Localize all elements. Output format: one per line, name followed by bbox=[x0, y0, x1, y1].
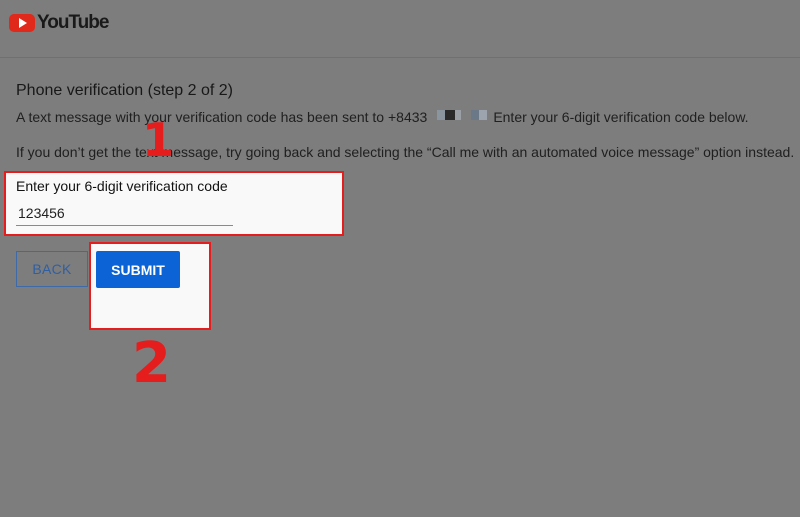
fallback-message: If you don’t get the text message, try g… bbox=[16, 144, 795, 160]
sent-message: A text message with your verification co… bbox=[16, 109, 749, 125]
step-number-1: 1 bbox=[142, 113, 175, 167]
back-button[interactable]: BACK bbox=[16, 251, 88, 287]
sent-message-prefix: A text message with your verification co… bbox=[16, 109, 428, 125]
verification-code-input[interactable] bbox=[16, 201, 233, 226]
step-number-2: 2 bbox=[132, 331, 171, 396]
verification-code-highlight: Enter your 6-digit verification code bbox=[4, 171, 344, 236]
youtube-logo[interactable]: YouTube bbox=[9, 12, 109, 34]
submit-highlight: SUBMIT bbox=[89, 242, 211, 330]
sent-message-suffix: Enter your 6-digit verification code bel… bbox=[493, 109, 749, 125]
top-bar: YouTube bbox=[0, 0, 800, 58]
logo-text: YouTube bbox=[37, 12, 109, 33]
youtube-play-icon bbox=[9, 14, 35, 32]
submit-button[interactable]: SUBMIT bbox=[96, 251, 180, 288]
masked-phone-number bbox=[427, 110, 493, 124]
verification-code-label: Enter your 6-digit verification code bbox=[16, 178, 228, 194]
page-title: Phone verification (step 2 of 2) bbox=[16, 82, 234, 99]
